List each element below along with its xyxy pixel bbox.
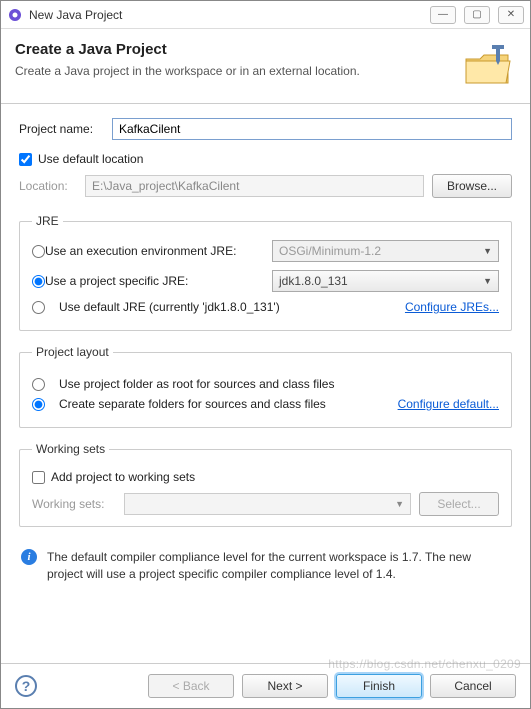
project-name-label: Project name:: [19, 122, 104, 136]
layout-separate-radio[interactable]: [32, 398, 45, 411]
location-input: [85, 175, 424, 197]
project-specific-combo[interactable]: jdk1.8.0_131 ▼: [272, 270, 499, 292]
maximize-button[interactable]: ▢: [464, 6, 490, 24]
dialog-window: New Java Project — ▢ ✕ Create a Java Pro…: [0, 0, 531, 709]
configure-jres-link[interactable]: Configure JREs...: [405, 300, 499, 314]
configure-default-link[interactable]: Configure default...: [398, 397, 499, 411]
use-default-location-row: Use default location: [19, 152, 512, 166]
page-description: Create a Java project in the workspace o…: [15, 64, 460, 78]
project-name-input[interactable]: [112, 118, 512, 140]
finish-button[interactable]: Finish: [336, 674, 422, 698]
default-jre-label: Use default JRE (currently 'jdk1.8.0_131…: [59, 300, 280, 314]
exec-env-value: OSGi/Minimum-1.2: [279, 244, 381, 258]
layout-root-label: Use project folder as root for sources a…: [59, 377, 334, 391]
project-layout-group: Project layout Use project folder as roo…: [19, 345, 512, 428]
chevron-down-icon: ▼: [483, 276, 492, 286]
jre-group: JRE Use an execution environment JRE: OS…: [19, 214, 512, 331]
wizard-header: Create a Java Project Create a Java proj…: [1, 29, 530, 104]
working-sets-label: Working sets:: [32, 497, 116, 511]
location-label: Location:: [19, 179, 77, 193]
window-controls: — ▢ ✕: [430, 6, 524, 24]
folder-wizard-icon: [460, 41, 516, 89]
jre-legend: JRE: [32, 214, 63, 228]
add-working-sets-checkbox[interactable]: [32, 471, 45, 484]
next-button[interactable]: Next >: [242, 674, 328, 698]
chevron-down-icon: ▼: [483, 246, 492, 256]
add-working-sets-label: Add project to working sets: [51, 470, 195, 484]
project-name-row: Project name:: [19, 118, 512, 140]
project-specific-value: jdk1.8.0_131: [279, 274, 348, 288]
use-default-location-checkbox[interactable]: [19, 153, 32, 166]
exec-env-label: Use an execution environment JRE:: [45, 244, 236, 258]
browse-button[interactable]: Browse...: [432, 174, 512, 198]
project-specific-radio[interactable]: [32, 275, 45, 288]
project-layout-legend: Project layout: [32, 345, 113, 359]
back-button: < Back: [148, 674, 234, 698]
use-default-location-label: Use default location: [38, 152, 143, 166]
working-sets-group: Working sets Add project to working sets…: [19, 442, 512, 527]
help-icon[interactable]: ?: [15, 675, 37, 697]
titlebar: New Java Project — ▢ ✕: [1, 1, 530, 29]
location-row: Location: Browse...: [19, 174, 512, 198]
layout-root-radio[interactable]: [32, 378, 45, 391]
working-sets-legend: Working sets: [32, 442, 109, 456]
exec-env-combo: OSGi/Minimum-1.2 ▼: [272, 240, 499, 262]
info-icon: i: [21, 549, 37, 565]
project-specific-label: Use a project specific JRE:: [45, 274, 188, 288]
app-icon: [7, 7, 23, 23]
layout-separate-label: Create separate folders for sources and …: [59, 397, 326, 411]
wizard-content: Project name: Use default location Locat…: [1, 104, 530, 663]
cancel-button[interactable]: Cancel: [430, 674, 516, 698]
chevron-down-icon: ▼: [395, 499, 404, 509]
page-title: Create a Java Project: [15, 41, 460, 58]
close-button[interactable]: ✕: [498, 6, 524, 24]
wizard-footer: ? < Back Next > Finish Cancel: [1, 663, 530, 708]
select-working-sets-button: Select...: [419, 492, 499, 516]
info-message: i The default compiler compliance level …: [19, 541, 512, 591]
minimize-button[interactable]: —: [430, 6, 456, 24]
info-text: The default compiler compliance level fo…: [47, 549, 510, 583]
default-jre-radio[interactable]: [32, 301, 45, 314]
working-sets-combo: ▼: [124, 493, 411, 515]
window-title: New Java Project: [29, 8, 430, 22]
exec-env-radio[interactable]: [32, 245, 45, 258]
